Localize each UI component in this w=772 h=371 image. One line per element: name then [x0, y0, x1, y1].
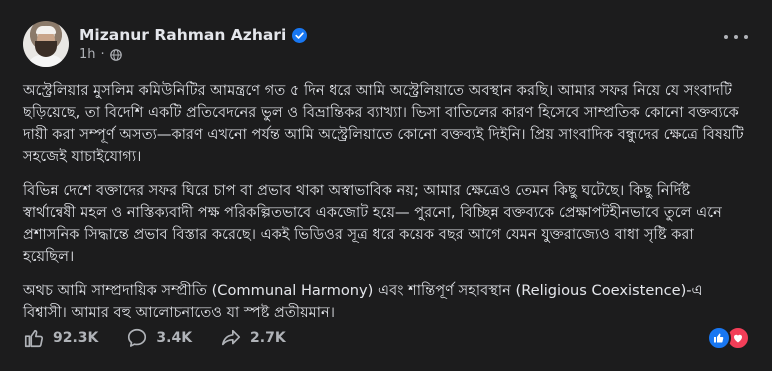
like-reaction-icon [707, 326, 731, 350]
post-meta: 1h · [79, 47, 122, 62]
comment-count: 3.4K [156, 330, 193, 346]
comment-button[interactable]: 3.4K [126, 327, 192, 349]
like-icon [24, 329, 44, 348]
post-header: Mizanur Rahman Azhari 1h · [23, 21, 752, 67]
share-count: 2.7K [250, 330, 286, 346]
comment-icon [128, 328, 147, 347]
like-count: 92.3K [53, 330, 99, 346]
like-button[interactable]: 92.3K [23, 327, 98, 349]
post-paragraph: অথচ আমি সাম্প্রদায়িক সম্প্রীতি (Communa… [23, 282, 703, 321]
share-button[interactable]: 2.7K [220, 327, 286, 349]
post-actions: 92.3K 3.4K 2.7K [23, 324, 750, 352]
author-name[interactable]: Mizanur Rahman Azhari [79, 26, 286, 44]
globe-icon[interactable] [109, 48, 122, 61]
verified-badge-icon [292, 27, 308, 43]
more-options-icon[interactable] [724, 27, 748, 47]
author-avatar[interactable] [23, 21, 69, 67]
post-paragraph: অস্ট্রেলিয়ার মুসলিম কমিউনিটির আমন্ত্রণে… [23, 82, 744, 165]
author-row: Mizanur Rahman Azhari [79, 26, 308, 44]
post-time[interactable]: 1h [79, 47, 96, 62]
post-paragraph: বিভিন্ন দেশে বক্তাদের সফর ঘিরে চাপ বা প্… [23, 182, 722, 265]
meta-separator: · [100, 47, 105, 62]
reaction-summary[interactable] [707, 326, 750, 350]
post-body: অস্ট্রেলিয়ার মুসলিম কমিউনিটির আমন্ত্রণে… [23, 80, 746, 336]
share-icon [221, 329, 241, 346]
facebook-post: Mizanur Rahman Azhari 1h · অস্ট্রেলিয়ার… [0, 0, 772, 371]
